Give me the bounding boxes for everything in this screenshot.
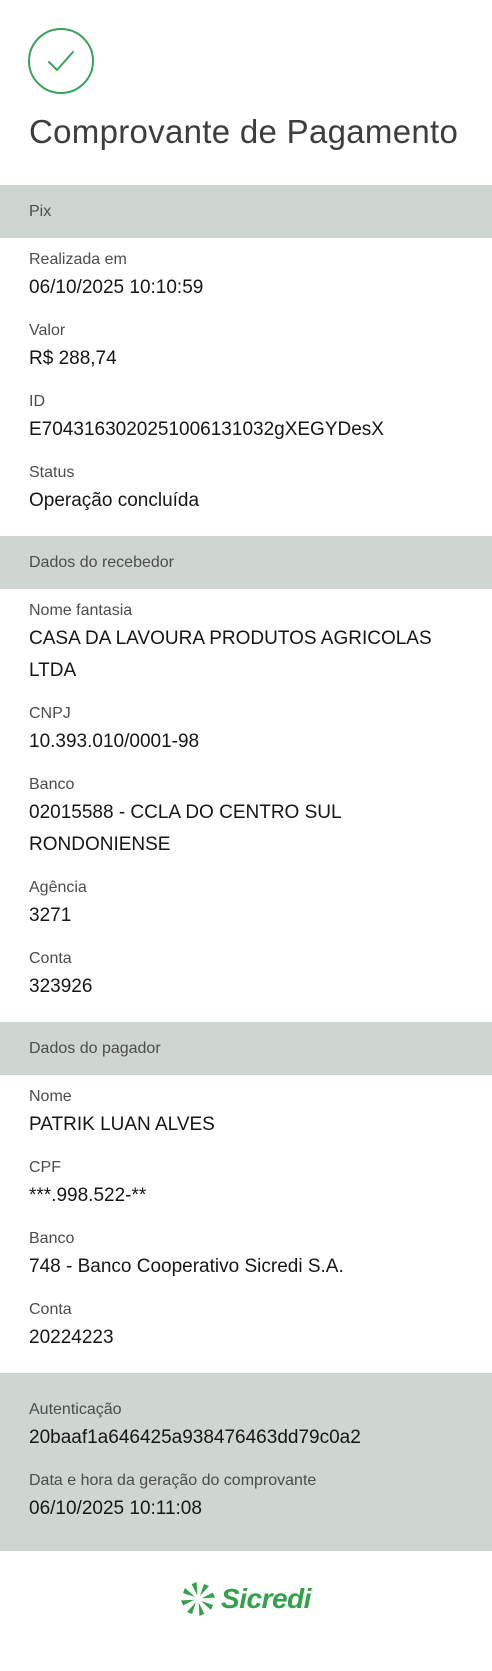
- sicredi-logo-icon: [181, 1582, 216, 1616]
- field-label: Valor: [29, 322, 66, 339]
- field-autenticacao: Autenticação 20baaf1a646425a938476463dd7…: [29, 1400, 463, 1454]
- field-agencia: Agência 3271: [29, 878, 463, 932]
- pix-details: Realizada em 06/10/2025 10:10:59 Valor R…: [0, 238, 492, 536]
- field-cpf: CPF ***.998.522-**: [29, 1158, 463, 1212]
- field-label: Realizada em: [29, 251, 127, 268]
- field-valor: Valor R$ 288,74: [29, 321, 463, 375]
- field-conta-pagador: Conta 20224223: [29, 1300, 463, 1354]
- field-label: Conta: [29, 950, 72, 967]
- field-label: Nome fantasia: [29, 602, 133, 619]
- field-value: Operação concluída: [29, 490, 200, 511]
- field-value: 06/10/2025 10:11:08: [29, 1498, 202, 1519]
- field-cnpj: CNPJ 10.393.010/0001-98: [29, 704, 463, 758]
- field-value: ***.998.522-**: [29, 1185, 147, 1206]
- field-banco-recebedor: Banco 02015588 - CCLA DO CENTRO SUL ROND…: [29, 775, 463, 861]
- field-value: 748 - Banco Cooperativo Sicredi S.A.: [29, 1256, 344, 1277]
- field-realizada-em: Realizada em 06/10/2025 10:10:59: [29, 250, 463, 304]
- field-conta-recebedor: Conta 323926: [29, 949, 463, 1003]
- field-value: CASA DA LAVOURA PRODUTOS AGRICOLAS LTDA: [29, 628, 432, 681]
- field-label: Conta: [29, 1301, 72, 1318]
- field-label: Data e hora da geração do comprovante: [29, 1472, 317, 1489]
- field-value: 323926: [29, 976, 93, 997]
- field-value: 06/10/2025 10:10:59: [29, 277, 204, 298]
- field-status: Status Operação concluída: [29, 463, 463, 517]
- recebedor-details: Nome fantasia CASA DA LAVOURA PRODUTOS A…: [0, 589, 492, 1022]
- field-label: Autenticação: [29, 1401, 122, 1418]
- field-banco-pagador: Banco 748 - Banco Cooperativo Sicredi S.…: [29, 1229, 463, 1283]
- logo-area: Sicredi: [0, 1551, 492, 1671]
- section-header-pagador: Dados do pagador: [0, 1022, 492, 1075]
- sicredi-logo: Sicredi: [181, 1582, 311, 1616]
- field-data-geracao: Data e hora da geração do comprovante 06…: [29, 1471, 463, 1525]
- field-nome-fantasia: Nome fantasia CASA DA LAVOURA PRODUTOS A…: [29, 601, 463, 687]
- authentication-box: Autenticação 20baaf1a646425a938476463dd7…: [0, 1373, 492, 1551]
- field-value: R$ 288,74: [29, 348, 117, 369]
- field-label: Nome: [29, 1088, 72, 1105]
- receipt-header: Comprovante de Pagamento: [0, 0, 492, 185]
- page-title: Comprovante de Pagamento: [29, 113, 459, 150]
- field-label: ID: [29, 393, 45, 410]
- field-value: 10.393.010/0001-98: [29, 731, 200, 752]
- field-label: Agência: [29, 879, 87, 896]
- field-label: Banco: [29, 776, 75, 793]
- field-value: PATRIK LUAN ALVES: [29, 1114, 215, 1135]
- logo-text: Sicredi: [221, 1583, 311, 1614]
- pagador-details: Nome PATRIK LUAN ALVES CPF ***.998.522-*…: [0, 1075, 492, 1373]
- field-value: 3271: [29, 905, 72, 926]
- field-id: ID E7043163020251006131032gXEGYDesX: [29, 392, 463, 446]
- check-circle-icon: [28, 28, 94, 94]
- field-value: E7043163020251006131032gXEGYDesX: [29, 419, 384, 440]
- field-nome: Nome PATRIK LUAN ALVES: [29, 1087, 463, 1141]
- field-label: CNPJ: [29, 705, 71, 722]
- field-label: Status: [29, 464, 75, 481]
- field-value: 20baaf1a646425a938476463dd79c0a2: [29, 1427, 361, 1448]
- field-value: 02015588 - CCLA DO CENTRO SUL RONDONIENS…: [29, 802, 341, 855]
- field-label: CPF: [29, 1159, 61, 1176]
- field-label: Banco: [29, 1230, 75, 1247]
- field-value: 20224223: [29, 1327, 114, 1348]
- section-header-recebedor: Dados do recebedor: [0, 536, 492, 589]
- section-header-pix: Pix: [0, 185, 492, 238]
